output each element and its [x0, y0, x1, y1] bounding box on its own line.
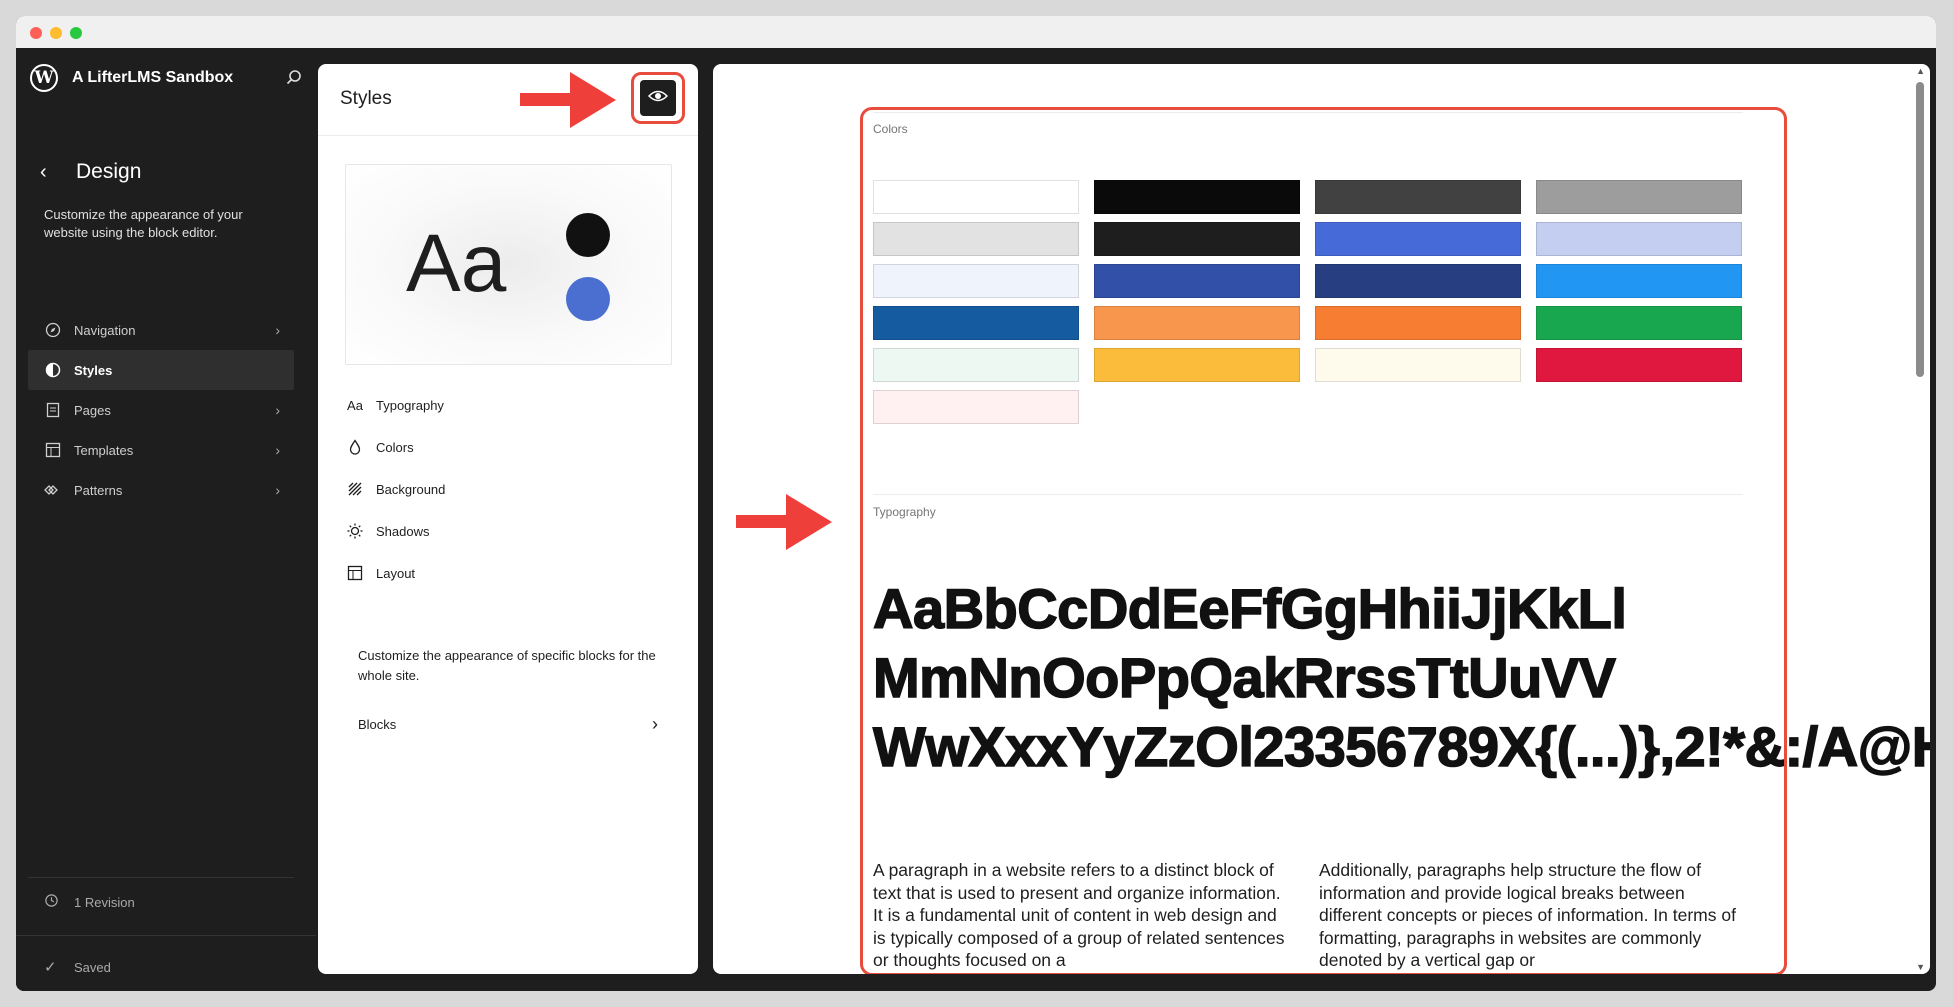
revision-link[interactable]: 1 Revision	[44, 893, 135, 912]
layout-icon	[44, 441, 62, 459]
window-titlebar	[16, 16, 1936, 48]
scrollbar-thumb[interactable]	[1916, 82, 1924, 377]
sidebar-nav: Navigation › Styles Pages › Templates › …	[28, 310, 294, 510]
divider	[28, 877, 294, 878]
style-preview[interactable]: Aa	[345, 164, 672, 365]
browser-window: W A LifterLMS Sandbox ‹ Design Customize…	[16, 16, 1936, 991]
menu-item-colors[interactable]: Colors	[344, 426, 674, 468]
site-title[interactable]: A LifterLMS Sandbox	[72, 69, 233, 87]
chevron-right-icon: ›	[275, 442, 280, 458]
minimize-window-button[interactable]	[50, 27, 62, 39]
background-icon	[344, 478, 366, 500]
menu-item-background[interactable]: Background	[344, 468, 674, 510]
blocks-menu-item[interactable]: Blocks ›	[358, 710, 658, 738]
save-status-label: Saved	[74, 959, 111, 975]
menu-item-shadows[interactable]: Shadows	[344, 510, 674, 552]
chevron-left-icon[interactable]: ‹	[40, 161, 60, 184]
menu-item-label: Background	[376, 481, 446, 497]
scroll-down-arrow-icon[interactable]: ▼	[1916, 962, 1925, 972]
page-title: Design	[76, 160, 142, 183]
maximize-window-button[interactable]	[70, 27, 82, 39]
sidebar-item-label: Styles	[74, 362, 113, 378]
sidebar-item-templates[interactable]: Templates ›	[28, 430, 294, 470]
styles-panel: Styles Aa Aa Typography Colors Backgroun…	[318, 64, 698, 974]
preview-color-dot	[566, 277, 610, 321]
sidebar-item-patterns[interactable]: Patterns ›	[28, 470, 294, 510]
page-icon	[44, 401, 62, 419]
styles-menu: Aa Typography Colors Background Shadows	[344, 384, 674, 594]
checkmark-icon: ✓	[44, 959, 57, 976]
eye-icon	[647, 89, 669, 108]
typography-icon: Aa	[347, 397, 363, 413]
chevron-right-icon: ›	[652, 713, 658, 734]
diamond-icon	[44, 481, 62, 499]
blocks-label: Blocks	[358, 716, 397, 732]
sidebar-item-label: Templates	[74, 442, 134, 458]
sidebar-item-navigation[interactable]: Navigation ›	[28, 310, 294, 350]
chevron-right-icon: ›	[275, 322, 280, 338]
wordpress-logo-icon[interactable]: W	[30, 64, 58, 92]
droplet-icon	[344, 436, 366, 458]
scroll-up-arrow-icon[interactable]: ▲	[1916, 66, 1925, 76]
design-description: Customize the appearance of your website…	[44, 207, 243, 240]
style-book-button[interactable]	[640, 80, 676, 116]
history-icon	[44, 893, 60, 912]
design-header: ‹ Design	[40, 160, 141, 184]
compass-icon	[44, 321, 62, 339]
panel-title: Styles	[340, 88, 392, 109]
shadow-icon	[344, 520, 366, 542]
sidebar-item-label: Patterns	[74, 482, 123, 498]
half-circle-icon	[44, 361, 62, 379]
close-window-button[interactable]	[30, 27, 42, 39]
search-icon[interactable]	[282, 66, 306, 90]
revision-label: 1 Revision	[74, 895, 135, 910]
menu-item-label: Colors	[376, 439, 414, 455]
chevron-right-icon: ›	[275, 482, 280, 498]
menu-item-label: Typography	[376, 397, 444, 413]
sidebar-item-pages[interactable]: Pages ›	[28, 390, 294, 430]
annotation-highlight-box	[860, 107, 1787, 974]
menu-item-label: Shadows	[376, 523, 430, 539]
site-editor-sidebar: W A LifterLMS Sandbox ‹ Design Customize…	[16, 48, 316, 991]
sidebar-item-styles[interactable]: Styles	[28, 350, 294, 390]
divider	[16, 935, 316, 936]
styles-panel-header: Styles	[318, 64, 698, 136]
layout-icon	[344, 562, 366, 584]
menu-item-layout[interactable]: Layout	[344, 552, 674, 594]
annotation-arrow-icon	[736, 494, 832, 550]
blocks-description: Customize the appearance of specific blo…	[358, 648, 656, 683]
annotation-arrow-icon	[520, 72, 616, 128]
save-status: ✓ Saved	[44, 958, 111, 976]
menu-item-typography[interactable]: Aa Typography	[344, 384, 674, 426]
sidebar-item-label: Pages	[74, 402, 111, 418]
chevron-right-icon: ›	[275, 402, 280, 418]
sidebar-item-label: Navigation	[74, 322, 136, 338]
preview-typography-sample: Aa	[406, 218, 507, 309]
style-book-canvas[interactable]: ▲ ▼ Colors Typography AaBbCcDdEeFfGgHhii…	[713, 64, 1930, 974]
preview-color-dot	[566, 213, 610, 257]
site-header: W A LifterLMS Sandbox	[30, 62, 310, 94]
menu-item-label: Layout	[376, 565, 416, 581]
